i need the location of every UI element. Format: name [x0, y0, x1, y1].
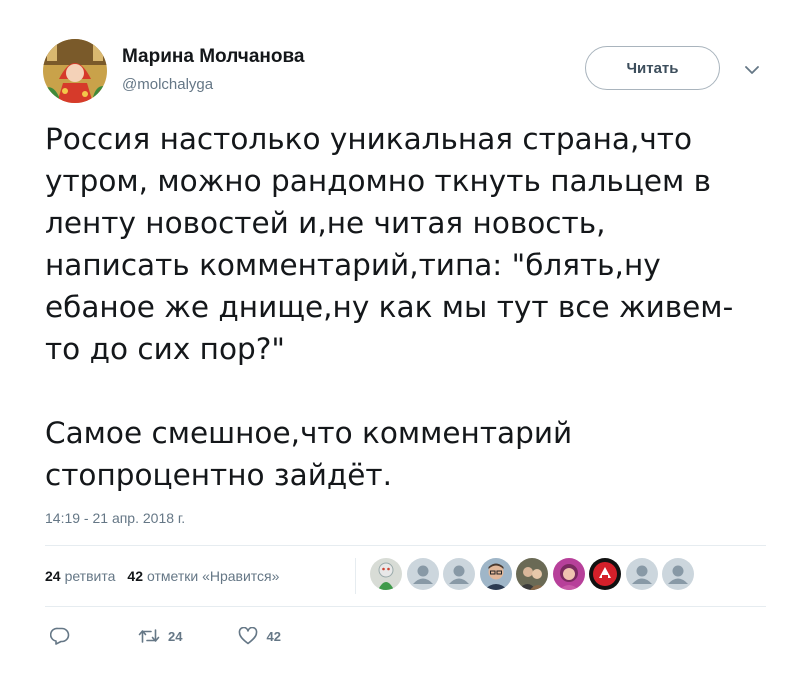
reply-button[interactable]	[50, 627, 70, 645]
default-avatar-icon[interactable]	[406, 558, 439, 590]
retweets-label: ретвита	[64, 568, 116, 584]
divider	[45, 545, 766, 546]
tweet-card: Марина Молчанова @molchalyga Читать Росс…	[0, 0, 811, 683]
tweet-text-line: стопроцентно зайдёт.	[45, 458, 392, 492]
retweets-count: 24	[45, 568, 61, 584]
chevron-down-icon	[745, 65, 759, 74]
reply-icon	[50, 627, 70, 645]
liker-avatar-icon[interactable]	[370, 558, 402, 590]
likes-label: отметки «Нравится»	[146, 568, 280, 584]
default-avatar-icon[interactable]	[443, 558, 475, 590]
liker-avatar-icon[interactable]	[552, 558, 585, 590]
liker-avatar-icon[interactable]	[589, 558, 621, 590]
tweet-text-line: то до сих пор?"	[45, 332, 285, 366]
tweet-text-line: Самое смешное,что комментарий	[45, 416, 573, 450]
action-bar: 24 42	[50, 624, 281, 648]
tweet-text-line: ленту новостей и,не читая новость,	[45, 206, 606, 240]
tweet-timestamp[interactable]: 14:19 - 21 апр. 2018 г.	[45, 510, 185, 526]
like-count: 42	[266, 628, 281, 644]
tweet-text-line: написать комментарий,типа: "блять,ну	[45, 248, 661, 282]
liker-avatar-icon[interactable]	[516, 558, 548, 590]
retweet-count: 24	[168, 628, 183, 644]
default-avatar-icon[interactable]	[625, 558, 658, 590]
likers-avatars	[355, 558, 699, 594]
author-name[interactable]: Марина Молчанова	[122, 46, 304, 68]
like-button[interactable]: 42	[238, 627, 281, 645]
retweet-icon	[138, 629, 160, 643]
follow-button[interactable]: Читать	[585, 46, 720, 90]
author-handle[interactable]: @molchalyga	[122, 76, 213, 93]
author-avatar[interactable]	[43, 39, 107, 103]
tweet-text-line: Россия настолько уникальная страна,что	[45, 122, 693, 156]
tweet-text-line: утром, можно рандомно ткнуть пальцем в	[45, 164, 712, 198]
retweet-button[interactable]: 24	[138, 628, 182, 644]
tweet-menu-button[interactable]	[742, 60, 762, 80]
tweet-text-line: ебаное же днище,ну как мы тут все живем-	[45, 290, 734, 324]
retweets-stat[interactable]: 24 ретвита	[45, 568, 115, 584]
liker-avatar-icon[interactable]	[479, 558, 512, 590]
likes-count: 42	[127, 568, 143, 584]
likes-stat[interactable]: 42 отметки «Нравится»	[127, 568, 279, 584]
divider	[45, 606, 766, 607]
default-avatar-icon[interactable]	[662, 558, 694, 590]
tweet-stats: 24 ретвита 42 отметки «Нравится»	[45, 566, 279, 586]
avatar-icon	[43, 39, 107, 103]
tweet-text: Россия настолько уникальная страна,что у…	[45, 118, 780, 496]
heart-icon	[239, 627, 258, 645]
